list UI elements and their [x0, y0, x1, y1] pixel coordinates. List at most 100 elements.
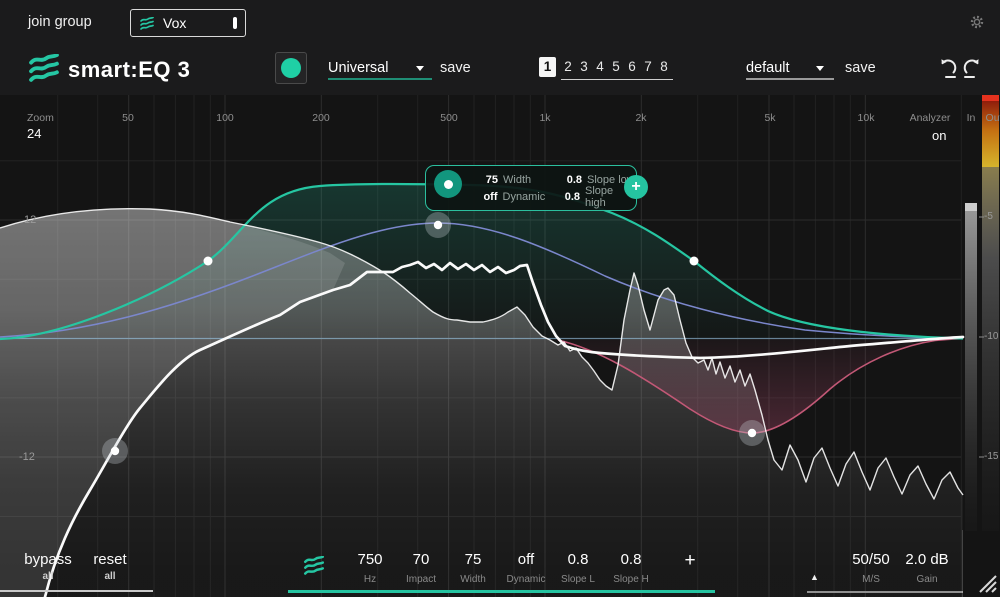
- output-section-underline: [807, 591, 963, 593]
- gain-value: 2.0 dB: [896, 551, 958, 568]
- freq-tick-50: 50: [122, 112, 134, 124]
- dynamic-value: off: [472, 191, 498, 203]
- freq-tick-5k: 5k: [764, 112, 775, 124]
- preset-dropdown[interactable]: default: [746, 60, 834, 76]
- width-value: 75: [472, 174, 498, 186]
- slope-h-value: 0.8: [601, 551, 661, 568]
- slot-tab-2[interactable]: 2: [560, 57, 576, 77]
- resize-grip[interactable]: [972, 570, 998, 596]
- profile-dropdown[interactable]: Universal: [328, 60, 432, 76]
- add-band-button[interactable]: +: [624, 175, 648, 199]
- band-section-underline: [288, 590, 715, 593]
- db-tick-minus12: -12: [19, 451, 35, 463]
- settings-gear-icon[interactable]: [970, 15, 984, 29]
- width-label: Width: [503, 174, 558, 186]
- ms-balance-control[interactable]: 50/50 M/S: [838, 551, 904, 585]
- handle-dot-icon: [444, 180, 453, 189]
- ms-value: 50/50: [838, 551, 904, 568]
- slot-tab-3[interactable]: 3: [576, 57, 592, 77]
- freq-tick-200: 200: [312, 112, 330, 124]
- group-select-dropdown[interactable]: Vox: [130, 9, 246, 37]
- green-band-handle[interactable]: [434, 170, 462, 198]
- lowcut-band-node[interactable]: [102, 438, 128, 464]
- impact-label: Impact: [391, 574, 451, 585]
- preset-underline: [746, 78, 834, 80]
- group-indicator-icon: [233, 17, 237, 29]
- slot-tab-5[interactable]: 5: [608, 57, 624, 77]
- redo-icon[interactable]: [960, 56, 984, 80]
- slot-tab-7[interactable]: 7: [640, 57, 656, 77]
- top-zone: join group Vox smart:EQ 3: [0, 0, 1000, 95]
- app-title: smart:EQ 3: [68, 57, 190, 83]
- slot-tab-6[interactable]: 6: [624, 57, 640, 77]
- chevron-down-icon: [816, 66, 824, 71]
- output-gain-control[interactable]: 2.0 dB Gain: [896, 551, 958, 585]
- pink-band-node[interactable]: [739, 420, 765, 446]
- freq-tick-100: 100: [216, 112, 234, 124]
- meter-tick-minus10: -10: [984, 331, 998, 342]
- width-value: 75: [443, 551, 503, 568]
- slot-tab-8[interactable]: 8: [656, 57, 672, 77]
- reset-label: reset: [80, 551, 140, 568]
- eq-display[interactable]: Zoom 24 50 100 200 500 1k 2k 5k 10k Anal…: [0, 95, 1000, 597]
- reset-scope: all: [80, 571, 140, 582]
- freq-tick-10k: 10k: [858, 112, 875, 124]
- meter-tick-minus5: -5: [984, 211, 993, 222]
- slots-underline: [561, 79, 673, 80]
- expand-panel-icon[interactable]: ▲: [810, 572, 819, 582]
- out-meter-clip: [982, 95, 999, 101]
- gain-label: Gain: [896, 574, 958, 585]
- preset-save-button[interactable]: save: [845, 60, 876, 76]
- bottom-bar: bypass all reset all 750 Hz 70 Impact 75…: [0, 530, 1000, 597]
- slope-h-label: Slope H: [601, 574, 661, 585]
- out-meter-label[interactable]: Out: [986, 112, 1000, 124]
- param-slope-h[interactable]: 0.8 Slope H: [601, 551, 661, 585]
- meter-tick-minus15: -15: [984, 451, 998, 462]
- green-band-left-node[interactable]: [204, 257, 213, 266]
- dynamic-label: Dynamic: [496, 574, 556, 585]
- param-width[interactable]: 75 Width: [443, 551, 503, 585]
- group-name: Vox: [163, 15, 233, 31]
- join-group-label: join group: [28, 14, 92, 30]
- param-slope-l[interactable]: 0.8 Slope L: [548, 551, 608, 585]
- learning-record-button[interactable]: [275, 52, 307, 84]
- bypass-button[interactable]: bypass all: [18, 551, 78, 582]
- record-dot-icon: [281, 58, 301, 78]
- state-slot-tabs: 1 2 3 4 5 6 7 8: [539, 57, 672, 77]
- param-dynamic[interactable]: off Dynamic: [496, 551, 556, 585]
- profile-save-button[interactable]: save: [440, 60, 471, 76]
- profile-underline: [328, 78, 432, 80]
- green-band-right-node[interactable]: [690, 257, 699, 266]
- reset-button[interactable]: reset all: [80, 551, 140, 582]
- band-tooltip: 75 Width 0.8 Slope low off Dynamic 0.8 S…: [425, 165, 637, 211]
- waves-icon: [139, 17, 155, 30]
- in-meter-label[interactable]: In: [967, 112, 976, 124]
- analyzer-label: Analyzer: [910, 112, 951, 124]
- band-tooltip-values: 75 Width 0.8 Slope low off Dynamic 0.8 S…: [472, 171, 636, 205]
- bottom-divider: [962, 530, 963, 597]
- analyzer-state[interactable]: on: [932, 128, 946, 143]
- dynamic-label: Dynamic: [503, 191, 557, 203]
- undo-icon[interactable]: [936, 56, 960, 80]
- sonible-logo-icon: [27, 54, 61, 82]
- out-meter-hot: [982, 101, 999, 167]
- smarteq3-plugin-window: join group Vox smart:EQ 3: [0, 0, 1000, 597]
- param-impact[interactable]: 70 Impact: [391, 551, 451, 585]
- slot-tab-4[interactable]: 4: [592, 57, 608, 77]
- blue-band-node[interactable]: [425, 212, 451, 238]
- add-band-bottom-button[interactable]: +: [676, 550, 704, 572]
- impact-value: 70: [391, 551, 451, 568]
- slope-high-value: 0.8: [556, 191, 580, 203]
- width-label: Width: [443, 574, 503, 585]
- slope-l-value: 0.8: [548, 551, 608, 568]
- dynamic-value: off: [496, 551, 556, 568]
- ms-label: M/S: [838, 574, 904, 585]
- profile-dropdown-value: Universal: [328, 60, 388, 76]
- slot-tab-1[interactable]: 1: [539, 57, 556, 77]
- slope-l-label: Slope L: [548, 574, 608, 585]
- freq-tick-2k: 2k: [635, 112, 646, 124]
- zoom-value[interactable]: 24: [27, 126, 41, 141]
- bypass-label: bypass: [18, 551, 78, 568]
- smart-band-icon: [302, 556, 326, 575]
- zoom-label: Zoom: [27, 112, 54, 124]
